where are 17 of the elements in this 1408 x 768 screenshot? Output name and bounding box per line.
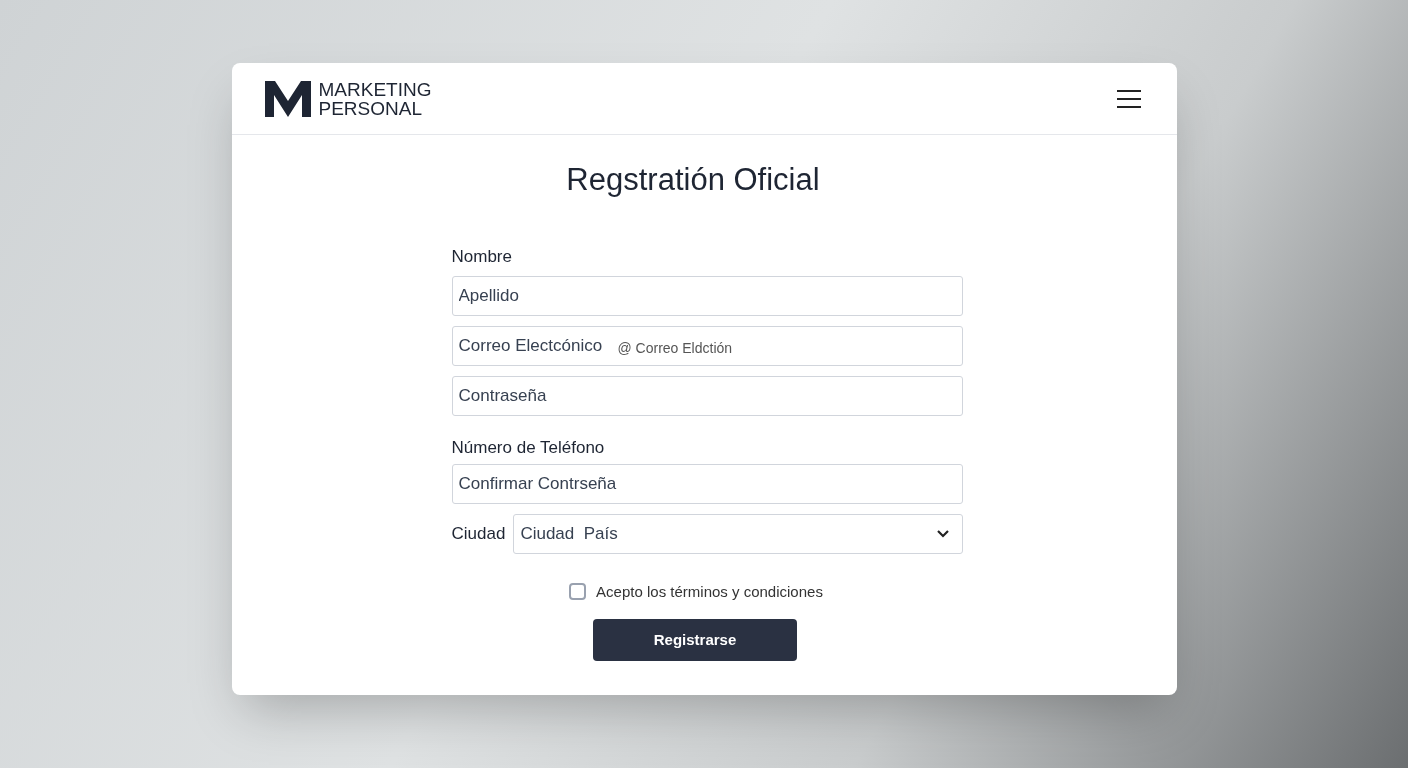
hint-text: @ Correo Eldctión: [617, 338, 733, 358]
input-field[interactable]: Apellido: [451, 275, 963, 316]
input-field[interactable]: Contraseña: [451, 375, 963, 416]
chevron-down-icon: [935, 529, 950, 538]
terms-checkbox[interactable]: [569, 583, 587, 601]
register-button[interactable]: Registrarse: [593, 619, 797, 661]
menu-icon[interactable]: [1116, 89, 1141, 108]
field-label: Número de Teléfono: [451, 436, 605, 459]
logo-icon: [264, 80, 311, 117]
city-country-dropdown[interactable]: Ciudad País: [513, 513, 963, 554]
field-label: Ciudad: [451, 522, 506, 545]
terms-label: Acepto los términos y condiciones: [596, 581, 823, 602]
input-field[interactable]: Confirmar Contrseña: [451, 463, 963, 504]
field-label: Nombre: [451, 245, 512, 268]
form-title: Regstratión Oficial: [565, 161, 821, 199]
logo-text: PERSONAL: [318, 98, 423, 118]
logo-text: MARKETING: [318, 79, 432, 99]
